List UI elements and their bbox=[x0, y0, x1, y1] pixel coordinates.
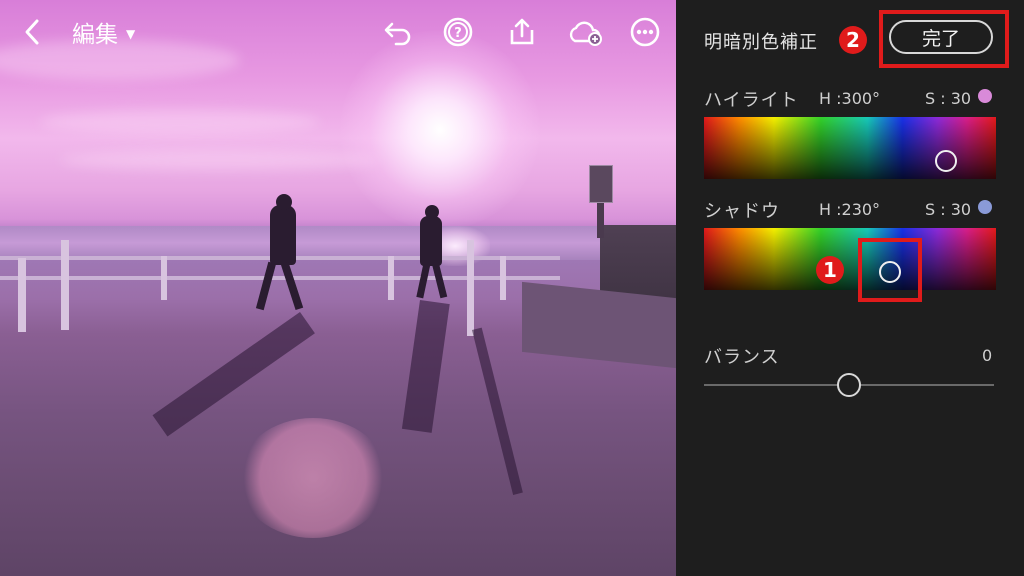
railing-bar bbox=[0, 276, 560, 280]
annotation-highlight-done bbox=[879, 10, 1009, 68]
balance-slider-thumb[interactable] bbox=[837, 373, 861, 397]
svg-text:?: ? bbox=[454, 26, 462, 41]
highlight-color-swatch bbox=[978, 89, 992, 103]
highlight-hue-value: H :300° bbox=[819, 89, 881, 108]
jogger-person bbox=[420, 216, 442, 266]
railing-post bbox=[388, 256, 394, 300]
jogger-leg bbox=[416, 261, 431, 299]
cloud bbox=[60, 150, 380, 170]
balance-value: 0 bbox=[982, 346, 993, 365]
top-toolbar: 編集 ▼ ? bbox=[0, 0, 676, 64]
railing-post bbox=[500, 256, 506, 300]
highlight-saturation-value: S : 30 bbox=[925, 89, 972, 108]
sea bbox=[0, 226, 676, 260]
walker-leg bbox=[255, 261, 277, 311]
jogger-leg bbox=[431, 261, 448, 299]
shadow-color-spectrum[interactable] bbox=[704, 228, 996, 290]
highlight-label: ハイライト bbox=[704, 90, 799, 111]
annotation-highlight-picker bbox=[858, 238, 922, 302]
help-icon[interactable]: ? bbox=[442, 16, 474, 48]
photo-canvas bbox=[0, 0, 676, 576]
undo-icon[interactable] bbox=[382, 16, 414, 48]
share-icon[interactable] bbox=[506, 16, 538, 48]
annotation-badge-1: 1 bbox=[816, 256, 844, 284]
split-toning-panel: 明暗別色補正 2 完了 ハイライト H :300° S : 30 シャドウ H … bbox=[676, 0, 1024, 576]
wall bbox=[522, 281, 676, 369]
person-shadow bbox=[152, 312, 315, 437]
annotation-badge-2: 2 bbox=[839, 26, 867, 54]
railing-post bbox=[161, 256, 167, 300]
edit-menu-label: 編集 bbox=[72, 22, 118, 48]
shadow-hue-value: H :230° bbox=[819, 200, 881, 219]
shadow-saturation-value: S : 30 bbox=[925, 200, 972, 219]
balance-label: バランス bbox=[704, 347, 780, 368]
highlight-color-picker[interactable] bbox=[935, 150, 957, 172]
chevron-down-icon: ▼ bbox=[126, 27, 136, 41]
railing-post bbox=[467, 240, 474, 336]
lens-flare bbox=[238, 418, 388, 538]
walker-person bbox=[270, 205, 296, 265]
railing-post bbox=[18, 258, 26, 332]
cloud-add-icon[interactable] bbox=[566, 16, 604, 48]
shadow-label: シャドウ bbox=[704, 201, 780, 222]
walker-head bbox=[276, 194, 292, 210]
highlight-color-spectrum[interactable] bbox=[704, 117, 996, 179]
edit-menu-button[interactable]: 編集 ▼ bbox=[72, 14, 135, 50]
more-icon[interactable] bbox=[629, 16, 661, 48]
jogger-head bbox=[425, 205, 439, 219]
person-shadow bbox=[401, 300, 450, 433]
shadow-color-swatch bbox=[978, 200, 992, 214]
cloud bbox=[40, 110, 320, 134]
panel-title: 明暗別色補正 bbox=[704, 32, 818, 53]
back-icon[interactable] bbox=[16, 16, 48, 48]
walker-leg bbox=[280, 261, 304, 311]
post-shadow bbox=[472, 327, 523, 495]
sign-board bbox=[589, 165, 613, 203]
railing-post bbox=[61, 240, 69, 330]
